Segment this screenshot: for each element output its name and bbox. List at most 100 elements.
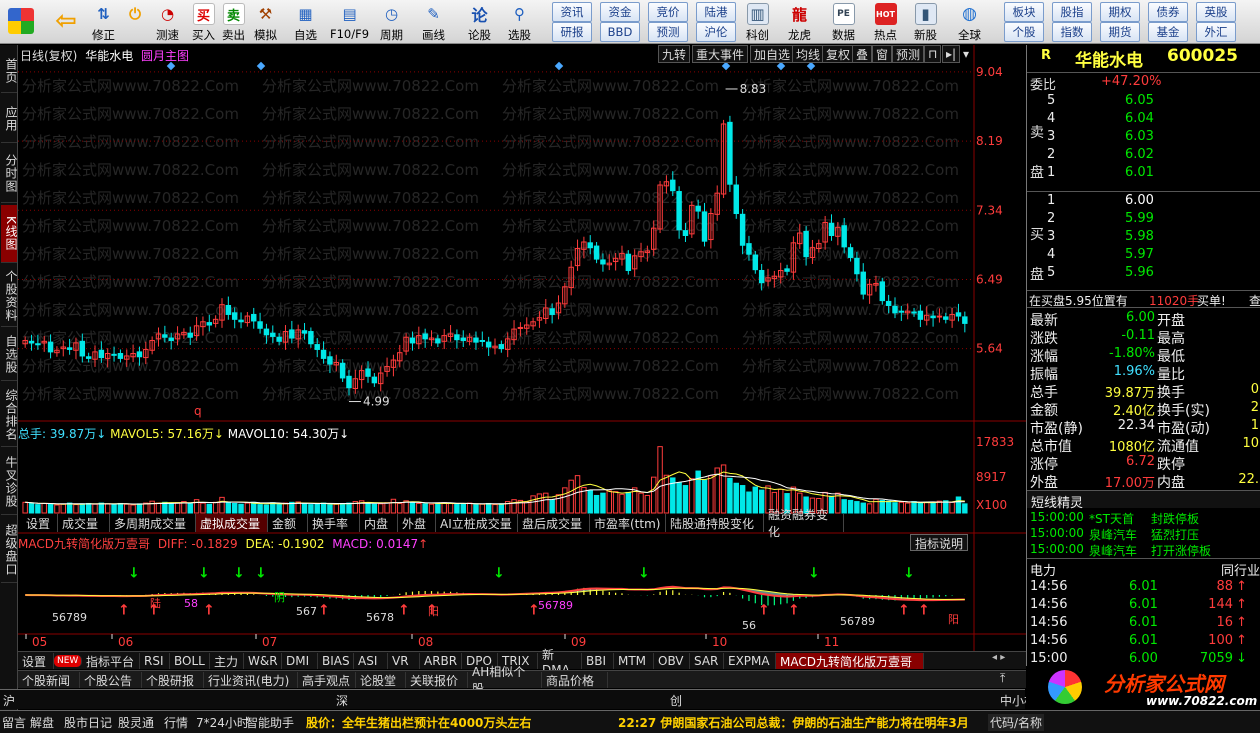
simulate-button[interactable]: ⚒ 模拟	[254, 0, 277, 44]
vol-tab-2[interactable]: 多周期成交量	[110, 514, 196, 532]
ticker-news-1[interactable]: 股价：全年生猪出栏预计在4000万头左右	[306, 714, 531, 731]
menu-zhaiquan[interactable]: 债券	[1148, 2, 1188, 22]
speed-test-button[interactable]: ◔ 测速	[156, 0, 179, 44]
indicator-tab-8[interactable]: BIAS	[318, 653, 354, 669]
sell-level-1[interactable]: 1 6.01	[1027, 164, 1260, 182]
macd-help-button[interactable]: 指标说明	[910, 534, 969, 551]
menu-yanbao[interactable]: 研报	[552, 22, 592, 42]
ticker-item-6[interactable]: 智能助手	[246, 714, 294, 731]
menu-jijin[interactable]: 基金	[1148, 22, 1188, 42]
event-diamond-icon[interactable]	[554, 61, 564, 71]
info-tab-6[interactable]: 关联报价	[406, 672, 468, 688]
tab-home[interactable]: 首页	[1, 49, 18, 93]
buy-level-4[interactable]: 4 5.97	[1027, 246, 1260, 264]
dragon-tiger-button[interactable]: 龍龙虎	[788, 0, 811, 44]
globe-button[interactable]: ◍ 全球	[958, 0, 981, 44]
indicator-tab-10[interactable]: VR	[388, 653, 420, 669]
ticker-item-5[interactable]: 7*24小时	[196, 714, 249, 731]
ticker-item-2[interactable]: 股市日记	[64, 714, 112, 731]
period-button[interactable]: ◷ 周期	[380, 0, 403, 44]
menu-zixun[interactable]: 资讯	[552, 2, 592, 22]
indicator-tab-0[interactable]: 设置	[18, 653, 54, 669]
menu-qihuo[interactable]: 期货	[1100, 22, 1140, 42]
indicator-tab-5[interactable]: 主力	[210, 653, 244, 669]
chart-theme[interactable]: 圆月主图	[141, 49, 189, 63]
menu-lugang[interactable]: 陆港	[696, 2, 736, 22]
ticker-item-3[interactable]: 股灵通	[118, 714, 154, 731]
indicator-scroll-arrows[interactable]: ◂ ▸	[992, 652, 1024, 668]
menu-waihui[interactable]: 外汇	[1196, 22, 1236, 42]
indicator-tab-2[interactable]: 指标平台	[82, 653, 140, 669]
buy-button[interactable]: 买买入	[192, 0, 215, 44]
sell-level-4[interactable]: 4 6.04	[1027, 110, 1260, 128]
indicator-tab-7[interactable]: DMI	[282, 653, 318, 669]
new-stock-button[interactable]: ▮ 新股	[914, 0, 937, 44]
tab-diagnosis[interactable]: 牛叉诊股	[1, 449, 18, 515]
tab-stock-info[interactable]: 个股资料	[1, 265, 18, 327]
ticker-news-2[interactable]: 22:27 伊朗国家石油公司总裁：伊朗的石油生产能力将在明年3月	[618, 714, 984, 731]
code-search-input[interactable]: 代码/名称	[988, 714, 1045, 731]
sprite-row[interactable]: 15:00:00 泉峰汽车 猛烈打压	[1027, 525, 1260, 542]
vol-tab-7[interactable]: 外盘	[398, 514, 436, 532]
kechuang-button[interactable]: ▥ 科创	[746, 0, 769, 44]
indicator-tab-19[interactable]: EXPMA	[724, 653, 776, 669]
buy-level-2[interactable]: 2 5.99	[1027, 210, 1260, 228]
info-tab-3[interactable]: 行业资讯(电力)	[204, 672, 298, 688]
ticker-item-0[interactable]: 留言	[2, 714, 26, 731]
event-diamond-icon[interactable]	[256, 61, 266, 71]
vol-tab-9[interactable]: 盘后成交量	[518, 514, 590, 532]
buy-level-3[interactable]: 3 5.98	[1027, 228, 1260, 246]
status-cy[interactable]: 创	[670, 692, 682, 709]
sprite-row[interactable]: 15:00:00 *ST天首 封跌停板	[1027, 509, 1260, 526]
info-tab-8[interactable]: 商品价格	[542, 672, 608, 688]
btn-restore-rights[interactable]: 复权	[822, 45, 855, 63]
indicator-tab-3[interactable]: RSI	[140, 653, 170, 669]
btn-major-events[interactable]: 重大事件	[692, 45, 749, 63]
sell-level-2[interactable]: 2 6.02	[1027, 146, 1260, 164]
indicator-tab-4[interactable]: BOLL	[170, 653, 210, 669]
event-diamond-icon[interactable]	[721, 61, 731, 71]
sell-level-5[interactable]: 5 6.05	[1027, 92, 1260, 110]
menu-bankuai[interactable]: 板块	[1004, 2, 1044, 22]
data-button[interactable]: PE 数据	[832, 0, 855, 44]
event-diamond-icon[interactable]	[806, 61, 816, 71]
event-diamond-icon[interactable]	[776, 61, 786, 71]
tab-apps[interactable]: 应用	[1, 95, 18, 143]
btn-ma[interactable]: 均线	[792, 45, 825, 63]
industry-label[interactable]: 电力	[1030, 560, 1056, 579]
sell-button[interactable]: 卖卖出	[222, 0, 245, 44]
dropdown-icon[interactable]: ▾	[960, 45, 972, 63]
vol-tab-10[interactable]: 市盈率(ttm)	[590, 514, 666, 532]
menu-hulun[interactable]: 沪伦	[696, 22, 736, 42]
expand-right-icon[interactable]: ▸|	[942, 45, 961, 63]
tab-kline[interactable]: K线图	[1, 205, 18, 263]
same-industry-label[interactable]: 同行业	[1221, 560, 1260, 579]
indicator-tab-6[interactable]: W&R	[244, 653, 282, 669]
sell-level-3[interactable]: 3 6.03	[1027, 128, 1260, 146]
menu-zijin[interactable]: 资金	[600, 2, 640, 22]
indicator-tab-15[interactable]: BBI	[582, 653, 614, 669]
indicator-tab-18[interactable]: SAR	[690, 653, 724, 669]
tab-super-panel[interactable]: 超级盘口	[1, 517, 18, 583]
vol-tab-3[interactable]: 虚拟成交量	[196, 514, 268, 532]
tab-timeshare[interactable]: 分时图	[1, 145, 18, 203]
buy-level-5[interactable]: 5 5.96	[1027, 264, 1260, 282]
stock-picker-button[interactable]: ⚲ 选股	[508, 0, 531, 44]
info-tab-2[interactable]: 个股研报	[142, 672, 204, 688]
menu-guzhi[interactable]: 股指	[1052, 2, 1092, 22]
btn-overlay[interactable]: 叠	[852, 45, 873, 63]
tab-ranking[interactable]: 综合排名	[1, 383, 18, 447]
btn-window[interactable]: 窗	[872, 45, 893, 63]
btn-forecast[interactable]: 预测	[892, 45, 925, 63]
vol-tab-8[interactable]: AI立桩成交量	[436, 514, 518, 532]
indicator-tab-9[interactable]: ASI	[354, 653, 388, 669]
menu-zhishu[interactable]: 指数	[1052, 22, 1092, 42]
restart-button[interactable]: ⏻修正	[124, 0, 146, 44]
kline-chart-area[interactable]: 分析家公式网www.70822.Com 分析家公式网www.70822.Com 分析…	[18, 45, 1026, 651]
menu-bbd[interactable]: BBD	[600, 22, 640, 42]
info-tab-5[interactable]: 论股堂	[356, 672, 406, 688]
collapse-up-icon[interactable]: ⤒	[1000, 671, 1005, 686]
info-tab-4[interactable]: 高手观点	[298, 672, 356, 688]
btn-add-watchlist[interactable]: 加自选	[750, 45, 795, 63]
ticker-item-4[interactable]: 行情	[164, 714, 188, 731]
